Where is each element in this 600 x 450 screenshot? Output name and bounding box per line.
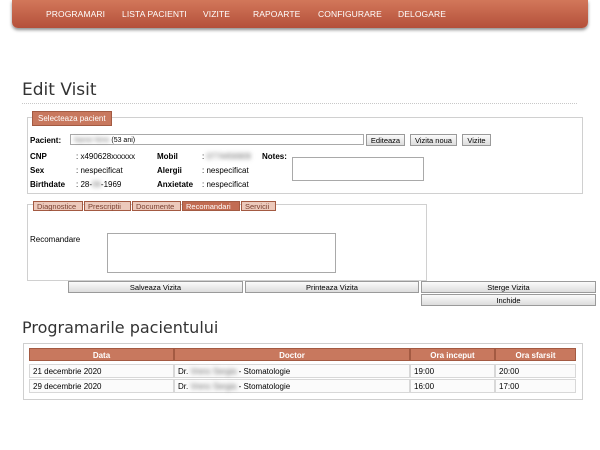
birthdate-label: Birthdate [30, 180, 66, 189]
patient-age: (53 ani) [111, 137, 136, 144]
row1-end: 20:00 [495, 364, 576, 378]
row2-date: 29 decembrie 2020 [29, 379, 174, 393]
patient-name: Name Nme [74, 137, 110, 144]
editeaza-button[interactable]: Editeaza [366, 134, 405, 146]
row2-doctor-prefix: Dr. [178, 382, 189, 391]
row2-doctor-name: Vrenc Sergia [190, 382, 237, 391]
sex-label: Sex [30, 166, 45, 175]
mobil-value: : 0774456909 [202, 152, 251, 161]
salveaza-vizita-button[interactable]: Salveaza Vizita [68, 281, 243, 293]
nav-configurare[interactable]: CONFIGURARE [318, 9, 382, 19]
header-data: Data [29, 348, 174, 361]
nav-delogare[interactable]: DELOGARE [398, 9, 446, 19]
page-title: Edit Visit [22, 80, 97, 100]
vizite-button[interactable]: Vizite [462, 134, 491, 146]
nav-vizite[interactable]: VIZITE [203, 9, 230, 19]
cnp-value: : x490628xxxxxx [76, 152, 136, 161]
sterge-vizita-button[interactable]: Sterge Vizita [421, 281, 596, 293]
alergii-label: Alergii [157, 166, 182, 175]
appointments-title: Programarile pacientului [22, 318, 219, 337]
birthdate-month: 06 [92, 180, 101, 189]
row1-doctor-prefix: Dr. [178, 367, 189, 376]
row1-date: 21 decembrie 2020 [29, 364, 174, 378]
pacient-label: Pacient: [30, 136, 62, 145]
tab-recomandari[interactable]: Recomandari [182, 201, 240, 211]
top-nav: PROGRAMARI LISTA PACIENTI VIZITE RAPOART… [12, 0, 588, 28]
header-ora-sfarsit: Ora sfarsit [495, 348, 576, 361]
row2-specialty: - Stomatologie [236, 382, 291, 391]
inchide-button[interactable]: Inchide [421, 294, 596, 306]
printeaza-vizita-button[interactable]: Printeaza Vizita [245, 281, 419, 293]
patient-legend: Selecteaza pacient [32, 111, 112, 126]
notes-label: Notes: [262, 152, 287, 161]
anxietate-value: : nespecificat [202, 180, 249, 189]
row1-start: 19:00 [410, 364, 495, 378]
recomandare-textarea[interactable] [107, 233, 336, 273]
birthdate-year: -1969 [100, 180, 122, 189]
header-ora-inceput: Ora inceput [410, 348, 495, 361]
vizita-noua-button[interactable]: Vizita noua [410, 134, 457, 146]
anxietate-label: Anxietate [157, 180, 194, 189]
nav-rapoarte[interactable]: RAPOARTE [253, 9, 300, 19]
title-divider [22, 103, 577, 104]
tab-prescriptii[interactable]: Prescriptii [84, 201, 131, 211]
nav-programari[interactable]: PROGRAMARI [46, 9, 105, 19]
mobil-label: Mobil [157, 152, 178, 161]
notes-textarea[interactable] [292, 157, 424, 181]
tab-diagnostice[interactable]: Diagnostice [33, 201, 83, 211]
row2-start: 16:00 [410, 379, 495, 393]
row1-doctor: Dr. Vrenc Sergia - Stomatologie [174, 364, 410, 378]
tab-servicii[interactable]: Servicii [241, 201, 276, 211]
row1-doctor-name: Vrenc Sergia [190, 367, 237, 376]
birthdate-day: : 28- [76, 180, 93, 189]
row2-doctor: Dr. Vrenc Sergia - Stomatologie [174, 379, 410, 393]
cnp-label: CNP [30, 152, 47, 161]
sex-value: : nespecificat [76, 166, 123, 175]
alergii-value: : nespecificat [202, 166, 249, 175]
mobil-number: 0774456909 [206, 152, 251, 161]
row1-specialty: - Stomatologie [236, 367, 291, 376]
patient-search-input[interactable]: Name Nme (53 ani) [70, 134, 364, 145]
nav-lista-pacienti[interactable]: LISTA PACIENTI [122, 9, 187, 19]
row2-end: 17:00 [495, 379, 576, 393]
recomandare-label: Recomandare [30, 235, 81, 244]
birthdate-value: : 28-06-1969 [76, 180, 121, 189]
header-doctor: Doctor [174, 348, 410, 361]
tab-documente[interactable]: Documente [132, 201, 181, 211]
